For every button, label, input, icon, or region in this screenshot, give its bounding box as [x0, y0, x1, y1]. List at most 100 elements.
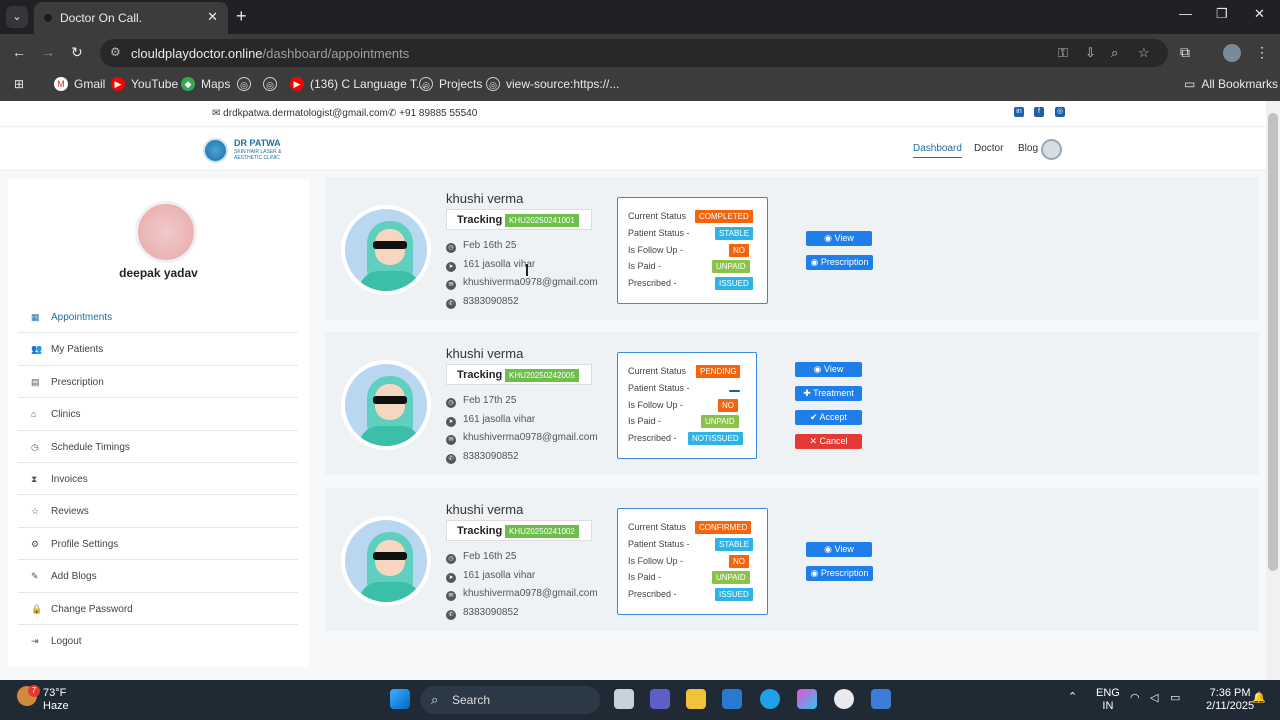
sidebar-item-label: Reviews: [51, 506, 89, 518]
lang-line1: ENG: [1096, 687, 1120, 699]
wifi-icon[interactable]: ◠: [1130, 691, 1140, 704]
camera-app-icon[interactable]: [871, 689, 891, 709]
language-indicator[interactable]: ENG IN: [1096, 687, 1120, 713]
bookmark-globe-2[interactable]: ◎: [263, 77, 277, 91]
address-bar[interactable]: ⚙ clouldplaydoctor.online/dashboard/appo…: [100, 39, 1168, 67]
reload-button[interactable]: ↻: [71, 44, 83, 61]
phone-icon: ✆: [446, 299, 456, 309]
apps-icon[interactable]: ⊞: [14, 77, 24, 91]
back-button[interactable]: ←: [12, 44, 26, 60]
taskbar-search[interactable]: ⌕ Search: [420, 686, 600, 714]
url-text[interactable]: clouldplaydoctor.online/dashboard/appoin…: [131, 46, 409, 61]
system-clock[interactable]: 7:36 PM 2/11/2025: [1206, 687, 1254, 713]
site-info-icon[interactable]: ⚙: [110, 45, 121, 59]
treatment-button[interactable]: ✚ Treatment: [795, 386, 862, 401]
minimize-button[interactable]: —: [1179, 6, 1192, 21]
edge-icon[interactable]: [760, 689, 780, 709]
sidebar-item-my-patients[interactable]: 👥 My Patients: [18, 333, 298, 366]
sidebar-item-clinics[interactable]: ⌂ Clinics: [18, 398, 298, 431]
phone-text: 8383090852: [463, 296, 519, 307]
user-avatar[interactable]: [1041, 139, 1062, 160]
patient-phone: ✆ 8383090852: [446, 607, 519, 620]
bookmark-gmail[interactable]: M Gmail: [54, 77, 105, 91]
sidebar-item-reviews[interactable]: ☆ Reviews: [18, 495, 298, 528]
zoom-icon[interactable]: ⌕: [1111, 45, 1118, 61]
new-tab-button[interactable]: +: [236, 6, 247, 27]
linkedin-icon[interactable]: in: [1014, 107, 1024, 117]
install-app-icon[interactable]: ⇩: [1085, 45, 1096, 61]
tab-search-button[interactable]: ⌄: [6, 6, 28, 28]
view-button[interactable]: ◉ View: [806, 542, 872, 557]
teams-icon[interactable]: [650, 689, 670, 709]
prescribed-badge: ISSUED: [715, 277, 753, 290]
current-status-label: Current Status: [628, 522, 687, 532]
facebook-icon[interactable]: f: [1034, 107, 1044, 117]
sidebar-item-schedule-timings[interactable]: ◷ Schedule Timings: [18, 431, 298, 463]
file-explorer-icon[interactable]: [686, 689, 706, 709]
page-scrollbar[interactable]: [1266, 101, 1280, 680]
site-logo[interactable]: DR PATWA SKIN HAIR LASER & AESTHETIC CLI…: [203, 137, 287, 163]
all-bookmarks-label: All Bookmarks: [1201, 77, 1279, 91]
close-window-button[interactable]: ✕: [1254, 6, 1265, 22]
store-icon[interactable]: [722, 689, 742, 709]
bookmark-youtube[interactable]: ▶ YouTube: [111, 77, 178, 91]
copilot-icon[interactable]: [797, 689, 817, 709]
password-key-icon[interactable]: ⚿: [1058, 45, 1068, 61]
view-button[interactable]: ◉ View: [806, 231, 872, 246]
scrollbar-thumb[interactable]: [1268, 113, 1278, 571]
sidebar-item-prescription[interactable]: ▤ Prescription: [18, 366, 298, 399]
forward-button[interactable]: →: [41, 44, 55, 60]
contact-phone[interactable]: ✆ +91 89885 55540: [388, 108, 477, 119]
tracking-id-badge: KHU20250241002: [505, 525, 579, 538]
search-placeholder: Search: [452, 693, 491, 707]
notification-bell-icon[interactable]: 🔔: [1252, 691, 1266, 704]
bookmark-projects[interactable]: ◎ Projects: [419, 77, 482, 91]
close-tab-icon[interactable]: ✕: [207, 9, 218, 25]
nav-doctor[interactable]: Doctor: [974, 143, 1003, 154]
extensions-icon[interactable]: ⧉: [1180, 44, 1190, 61]
follow-up-label: Is Follow Up -: [628, 556, 684, 566]
nav-blog[interactable]: Blog: [1018, 143, 1038, 154]
browser-tab[interactable]: Doctor On Call. ✕: [34, 2, 228, 34]
nav-dashboard[interactable]: Dashboard: [913, 143, 962, 158]
sidebar-item-logout[interactable]: ⇥ Logout: [18, 625, 298, 657]
maps-icon: ◆: [181, 77, 195, 91]
start-button[interactable]: [390, 689, 410, 709]
status-panel: Current Status PENDING Patient Status - …: [617, 352, 757, 459]
prescription-button[interactable]: ◉ Prescription: [806, 255, 873, 270]
bookmark-star-icon[interactable]: ☆: [1138, 45, 1150, 61]
sidebar-item-change-password[interactable]: 🔒 Change Password: [18, 593, 298, 625]
task-view-icon[interactable]: [614, 689, 634, 709]
sidebar-item-add-blogs[interactable]: ✎ Add Blogs: [18, 560, 298, 593]
bookmark-maps[interactable]: ◆ Maps: [181, 77, 230, 91]
view-button[interactable]: ◉ View: [795, 362, 862, 377]
prescribed-badge: NOTISSUED: [688, 432, 743, 445]
bookmark-view-source[interactable]: ◎ view-source:https://...: [486, 77, 619, 91]
bookmark-label: Maps: [201, 77, 231, 91]
prescription-button[interactable]: ◉ Prescription: [806, 566, 873, 581]
bookmark-c-language[interactable]: ▶ (136) C Language T...: [290, 77, 426, 91]
sidebar-item-appointments[interactable]: ▦ Appointments: [18, 301, 298, 334]
accept-button[interactable]: ✔ Accept: [795, 410, 862, 425]
maximize-button[interactable]: ❐: [1216, 6, 1228, 22]
show-hidden-icons[interactable]: ⌃: [1068, 690, 1077, 703]
clock-icon: ◷: [446, 243, 456, 253]
bookmark-globe-1[interactable]: ◎: [237, 77, 251, 91]
weather-widget[interactable]: 73°F Haze: [43, 687, 69, 713]
sidebar-item-label: Change Password: [51, 603, 133, 615]
address-row: ← → ↻ ⚙ clouldplaydoctor.online/dashboar…: [0, 34, 1280, 71]
contact-email[interactable]: ✉ drdkpatwa.dermatologist@gmail.com: [212, 108, 388, 119]
profile-avatar[interactable]: [1223, 44, 1241, 62]
battery-icon[interactable]: ▭: [1170, 691, 1180, 704]
chrome-icon[interactable]: [834, 689, 854, 709]
paid-badge: UNPAID: [712, 571, 750, 584]
all-bookmarks[interactable]: ▭ All Bookmarks: [1184, 77, 1278, 91]
instagram-icon[interactable]: ◎: [1055, 107, 1065, 117]
browser-menu-icon[interactable]: ⋮: [1255, 44, 1269, 61]
sidebar-item-profile-settings[interactable]: ⚙ Profile Settings: [18, 528, 298, 561]
bookmark-label: YouTube: [131, 77, 179, 91]
sidebar-item-invoices[interactable]: ⧗ Invoices: [18, 463, 298, 496]
cancel-button[interactable]: ✕ Cancel: [795, 434, 862, 449]
volume-icon[interactable]: ◁: [1150, 691, 1158, 704]
location-arrow-icon: ➤: [446, 417, 456, 427]
